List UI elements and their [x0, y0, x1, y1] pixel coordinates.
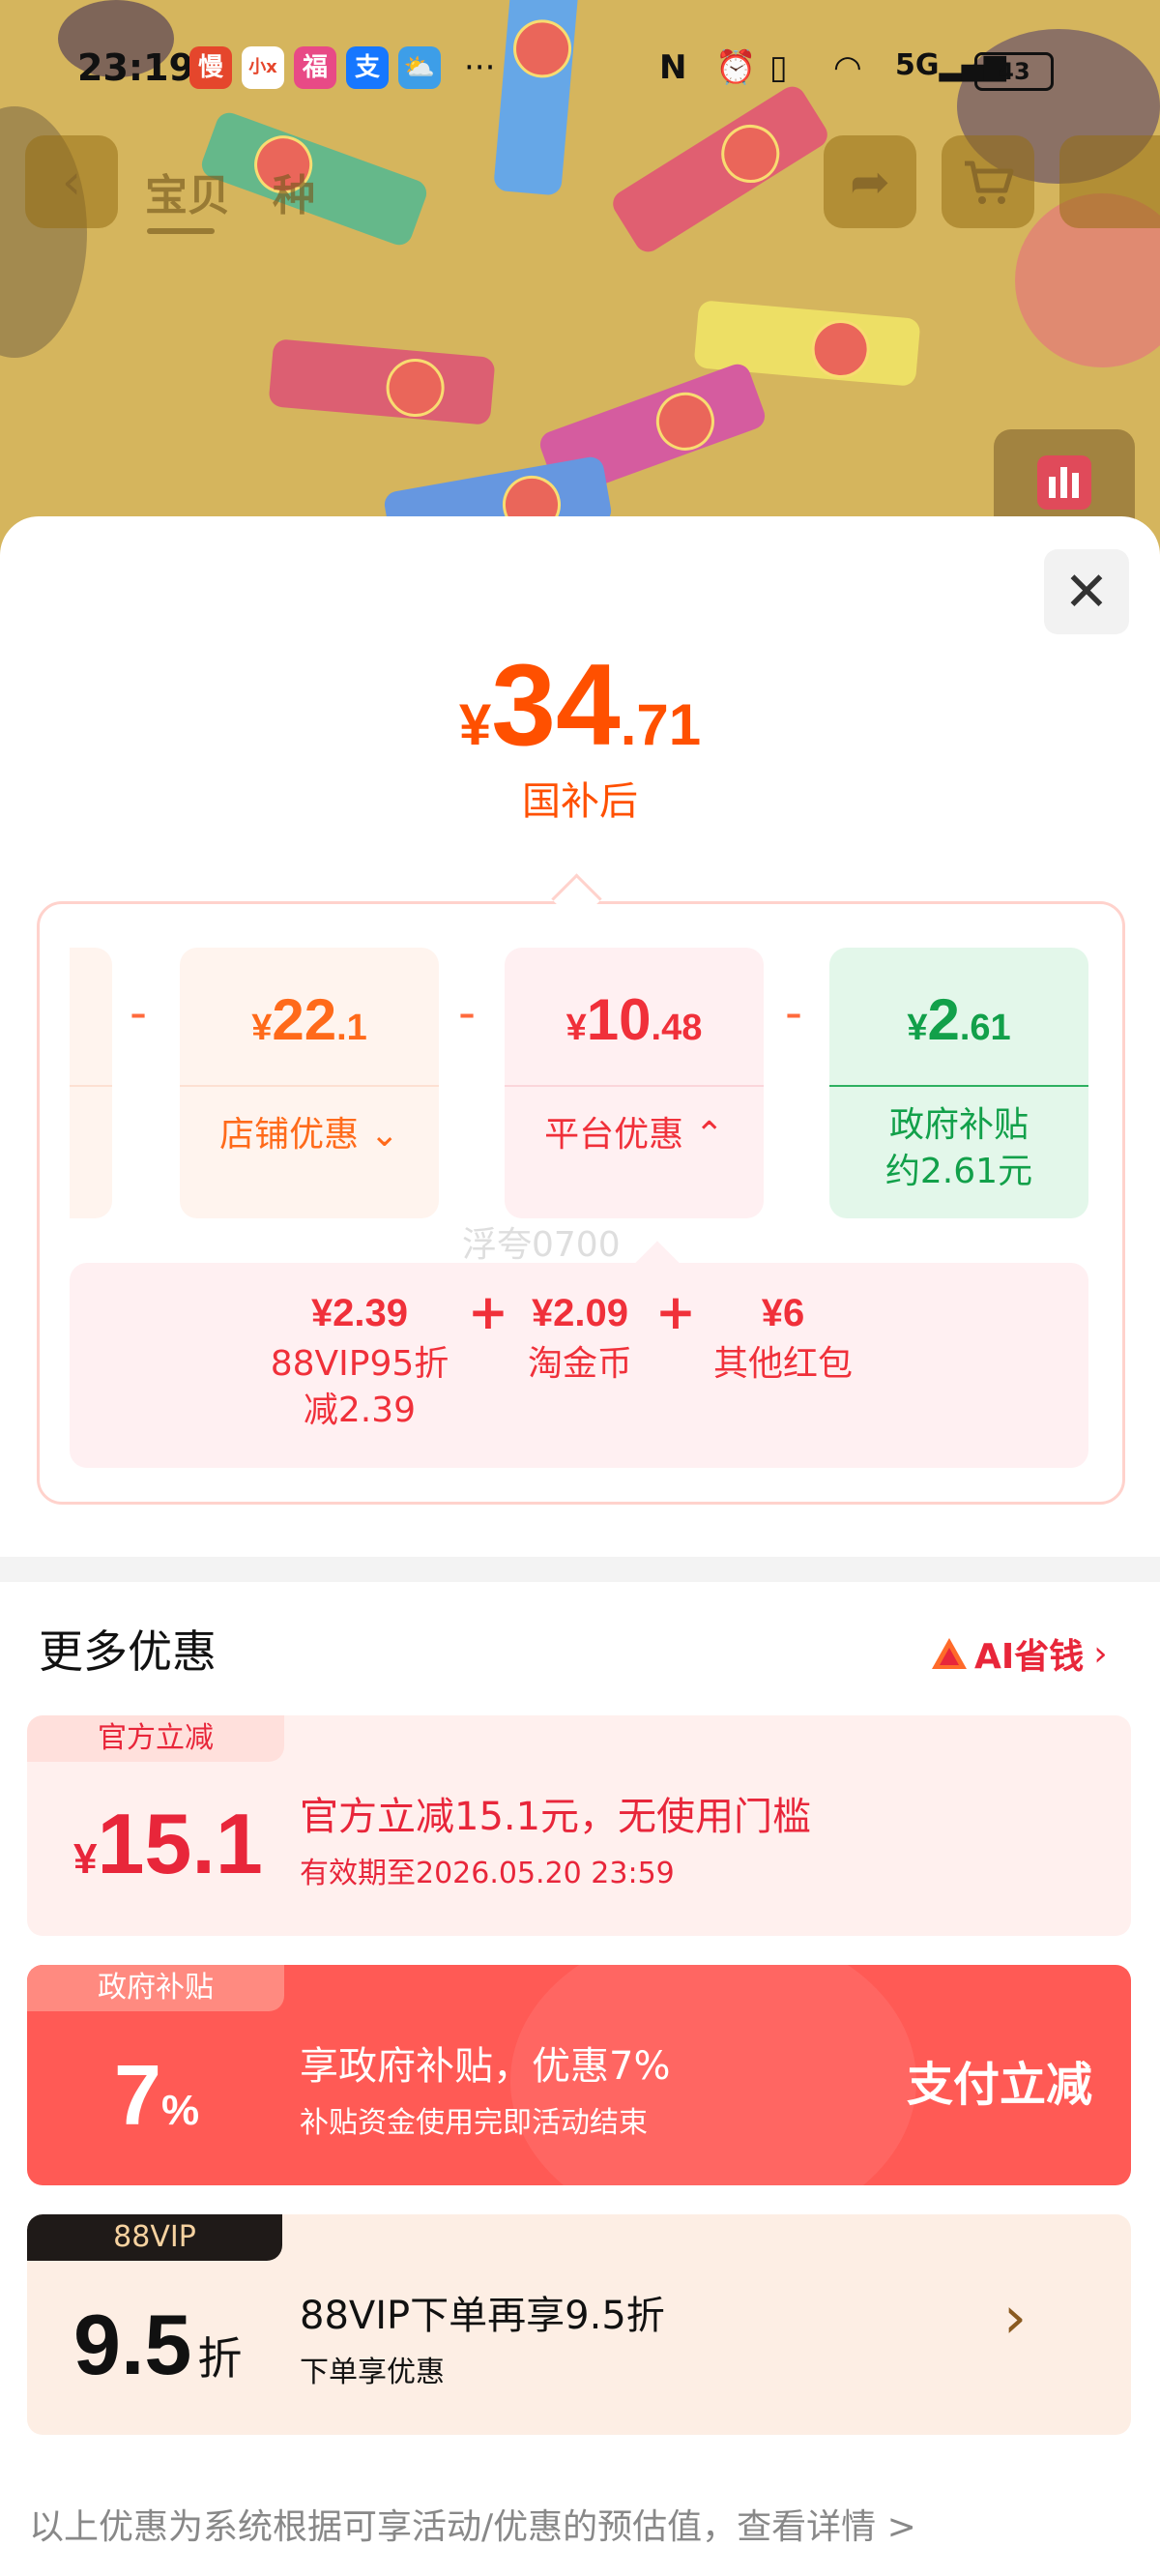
tab-reviews[interactable]: 种	[273, 161, 315, 222]
vibrate-icon: ▯	[769, 48, 788, 87]
tab-product[interactable]: 宝贝	[145, 161, 230, 222]
more-discounts-title: 更多优惠	[39, 1625, 217, 1678]
vip-discount-rate: 9.5 折	[73, 2297, 243, 2392]
vip-discount-card[interactable]: 88VIP 9.5 折 88VIP下单再享9.5折 下单享优惠 ›	[27, 2214, 1131, 2435]
card-title: 享政府补贴，优惠7%	[300, 2044, 671, 2089]
close-button[interactable]: ✕	[1044, 549, 1129, 634]
final-price: ¥34.71	[458, 640, 702, 770]
battery-indicator: 43	[974, 52, 1054, 91]
breakdown-cell-partial	[70, 948, 112, 1218]
pay-discount-action: 支付立减	[907, 2058, 1093, 2112]
minus-sign: -	[130, 984, 148, 1040]
gov-subsidy-cell: ¥2.61 政府补贴 约2.61元	[829, 948, 1088, 1218]
detail-other-redpacket: ¥6 其他红包	[712, 1292, 853, 1384]
card-title: 官方立减15.1元，无使用门槛	[300, 1795, 812, 1839]
platform-discount-amount: ¥10.48	[566, 987, 703, 1052]
price-caption: 国补后	[522, 779, 638, 824]
share-button[interactable]: ➦	[824, 135, 916, 228]
shop-discount-cell[interactable]: ¥22.1 店铺优惠 ⌄	[180, 948, 439, 1218]
card-subtitle: 补贴资金使用完即活动结束	[300, 2106, 648, 2140]
minus-sign: -	[785, 984, 803, 1040]
card-subtitle: 有效期至2026.05.20 23:59	[300, 1857, 675, 1890]
card-subtitle: 下单享优惠	[300, 2356, 445, 2389]
chevron-up-icon: ⌃	[694, 1115, 724, 1155]
weather-icon: ⛅	[398, 46, 441, 89]
status-time: 23:19	[77, 46, 194, 89]
platform-discount-cell[interactable]: ¥10.48 平台优惠 ⌃	[505, 948, 764, 1218]
app-notification-icon: 小x	[242, 46, 284, 89]
chevron-left-icon: ‹	[62, 154, 81, 210]
gov-subsidy-rate: 7%	[114, 2047, 200, 2143]
chevron-right-icon: ›	[1093, 1633, 1108, 1674]
product-navbar: ‹ 宝贝 种 ➦	[0, 135, 1160, 242]
plus-sign: +	[655, 1284, 696, 1340]
share-icon: ➦	[850, 154, 890, 210]
card-title: 88VIP下单再享9.5折	[300, 2294, 665, 2338]
wifi-icon: ◠	[833, 48, 862, 87]
cart-icon	[965, 161, 1014, 204]
gov-subsidy-card[interactable]: 政府补贴 7% 享政府补贴，优惠7% 补贴资金使用完即活动结束 支付立减	[27, 1965, 1131, 2185]
ai-save-link[interactable]: AI省钱 ›	[930, 1628, 1108, 1679]
app-notification-icon: 慢	[189, 46, 232, 89]
card-tag: 官方立减	[27, 1715, 284, 1762]
ai-logo-icon	[932, 1638, 967, 1669]
card-tag: 88VIP	[27, 2214, 282, 2261]
more-button[interactable]	[1059, 135, 1160, 228]
back-button[interactable]: ‹	[25, 135, 118, 228]
bar-chart-icon	[1037, 455, 1091, 510]
section-divider	[0, 1557, 1160, 1582]
more-notifications-icon: ···	[464, 48, 496, 87]
official-discount-amount: ¥15.1	[73, 1796, 263, 1891]
watermark: 浮夸0700	[462, 1225, 621, 1265]
detail-taojinbi: ¥2.09 淘金币	[527, 1292, 632, 1384]
chevron-down-icon: ⌄	[369, 1115, 399, 1155]
minus-sign: -	[458, 984, 477, 1040]
cart-button[interactable]	[942, 135, 1034, 228]
detail-88vip: ¥2.39 88VIP95折 减2.39	[270, 1292, 450, 1430]
gov-subsidy-amount: ¥2.61	[907, 987, 1011, 1052]
close-icon: ✕	[1063, 560, 1110, 624]
status-bar: 23:19 慢 小x 福 支 ⛅ ··· N ⏰ ▯ ◠ 5G▂▄▆ 43	[0, 0, 1160, 135]
nfc-icon: N	[659, 48, 687, 87]
estimate-disclaimer-link[interactable]: 以上优惠为系统根据可享活动/优惠的预估值，查看详情 >	[29, 2499, 916, 2549]
alarm-icon: ⏰	[715, 48, 757, 87]
shop-discount-label: 店铺优惠 ⌄	[219, 1115, 399, 1155]
alipay-icon: 支	[346, 46, 389, 89]
shop-discount-amount: ¥22.1	[251, 987, 367, 1052]
platform-discount-label: 平台优惠 ⌃	[544, 1115, 724, 1155]
active-tab-indicator	[147, 228, 215, 234]
official-discount-card[interactable]: 官方立减 ¥15.1 官方立减15.1元，无使用门槛 有效期至2026.05.2…	[27, 1715, 1131, 1936]
card-tag: 政府补贴	[27, 1965, 284, 2011]
app-notification-icon: 福	[294, 46, 336, 89]
chevron-right-icon: ›	[1003, 2284, 1027, 2352]
gov-subsidy-label: 政府补贴 约2.61元	[884, 1105, 1033, 1191]
